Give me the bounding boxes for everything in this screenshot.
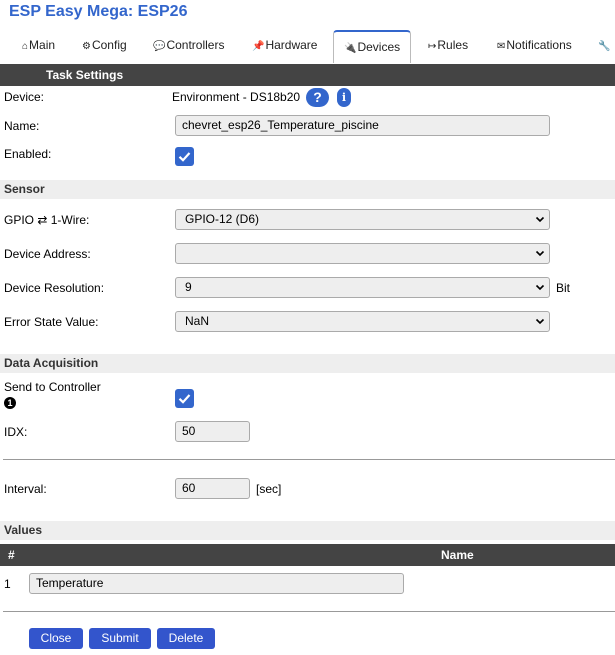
address-select[interactable]: [175, 243, 550, 264]
wrench-icon: 🔧: [598, 41, 611, 52]
name-input[interactable]: chevret_esp26_Temperature_piscine: [175, 115, 550, 136]
check-icon: [178, 394, 191, 404]
divider: [3, 459, 615, 460]
tab-config-label: Config: [91, 38, 127, 52]
submit-button[interactable]: Submit: [89, 628, 151, 649]
value-row-number: 1: [4, 577, 11, 591]
send-to-controller-label: Send to Controller: [4, 380, 101, 394]
resolution-select[interactable]: 9: [175, 277, 550, 298]
arrow-icon: ↦: [428, 41, 437, 52]
tab-notifications-label: Notifications: [506, 38, 572, 52]
device-value: Environment - DS18b20: [172, 90, 301, 104]
tab-notifications[interactable]: ✉Notifications: [497, 30, 572, 63]
tab-config[interactable]: ⚙Config: [82, 30, 127, 63]
enabled-label: Enabled:: [4, 147, 52, 161]
gpio-select[interactable]: GPIO-12 (D6): [175, 209, 550, 230]
note-1-icon: 1: [4, 397, 16, 409]
tab-hardware-label: Hardware: [265, 38, 318, 52]
check-icon: [178, 152, 191, 162]
values-section-header: Values: [0, 521, 615, 540]
tab-hardware[interactable]: 📌Hardware: [252, 30, 317, 63]
delete-button[interactable]: Delete: [157, 628, 215, 649]
gpio-label: GPIO ⇄ 1-Wire:: [4, 213, 90, 227]
enabled-checkbox[interactable]: [175, 147, 194, 166]
error-state-select[interactable]: NaN: [175, 311, 550, 332]
col-number-header: #: [8, 548, 15, 562]
idx-label: IDX:: [4, 425, 28, 439]
resolution-label: Device Resolution:: [4, 281, 105, 295]
sensor-section-header: Sensor: [0, 180, 615, 199]
tab-devices[interactable]: 🔌Devices: [333, 30, 412, 63]
chat-icon: 💬: [153, 41, 166, 52]
address-label: Device Address:: [4, 247, 91, 261]
close-button[interactable]: Close: [29, 628, 83, 649]
pin-icon: 📌: [252, 41, 265, 52]
resolution-select-value: 9: [185, 280, 192, 294]
tab-tools[interactable]: 🔧: [598, 30, 611, 63]
app-title: ESP Easy Mega: ESP26: [9, 3, 188, 20]
plug-icon: 🔌: [344, 43, 357, 54]
value-name-input[interactable]: Temperature: [29, 573, 404, 594]
chevron-down-icon: [535, 216, 545, 223]
interval-input[interactable]: 60: [175, 478, 250, 499]
col-name-header: Name: [441, 548, 474, 562]
chevron-down-icon: [535, 284, 545, 291]
interval-unit: [sec]: [256, 482, 282, 496]
idx-input[interactable]: 50: [175, 421, 250, 442]
home-icon: ⌂: [22, 41, 29, 52]
task-settings-header: Task Settings: [0, 64, 615, 86]
error-state-select-value: NaN: [185, 314, 210, 328]
send-to-controller-checkbox[interactable]: [175, 389, 194, 408]
tab-rules-label: Rules: [437, 38, 469, 52]
gear-icon: ⚙: [82, 41, 91, 52]
tab-bar: ⌂Main ⚙Config 💬Controllers 📌Hardware 🔌De…: [0, 30, 615, 63]
values-table-header: # Name: [0, 544, 615, 566]
info-icon[interactable]: i: [337, 88, 351, 107]
help-icon[interactable]: ?: [306, 88, 329, 107]
tab-main[interactable]: ⌂Main: [22, 30, 55, 63]
tab-devices-label: Devices: [357, 40, 401, 54]
divider: [3, 611, 615, 612]
error-state-label: Error State Value:: [4, 315, 99, 329]
gpio-select-value: GPIO-12 (D6): [185, 212, 260, 226]
envelope-icon: ✉: [497, 41, 506, 52]
tab-controllers[interactable]: 💬Controllers: [153, 30, 224, 63]
acquisition-section-header: Data Acquisition: [0, 354, 615, 373]
name-label: Name:: [4, 119, 40, 133]
interval-label: Interval:: [4, 482, 47, 496]
chevron-down-icon: [535, 250, 545, 257]
tab-rules[interactable]: ↦Rules: [428, 30, 468, 63]
chevron-down-icon: [535, 318, 545, 325]
tab-main-label: Main: [29, 38, 56, 52]
device-label: Device:: [4, 90, 45, 104]
resolution-unit: Bit: [556, 281, 571, 295]
tab-controllers-label: Controllers: [166, 38, 225, 52]
